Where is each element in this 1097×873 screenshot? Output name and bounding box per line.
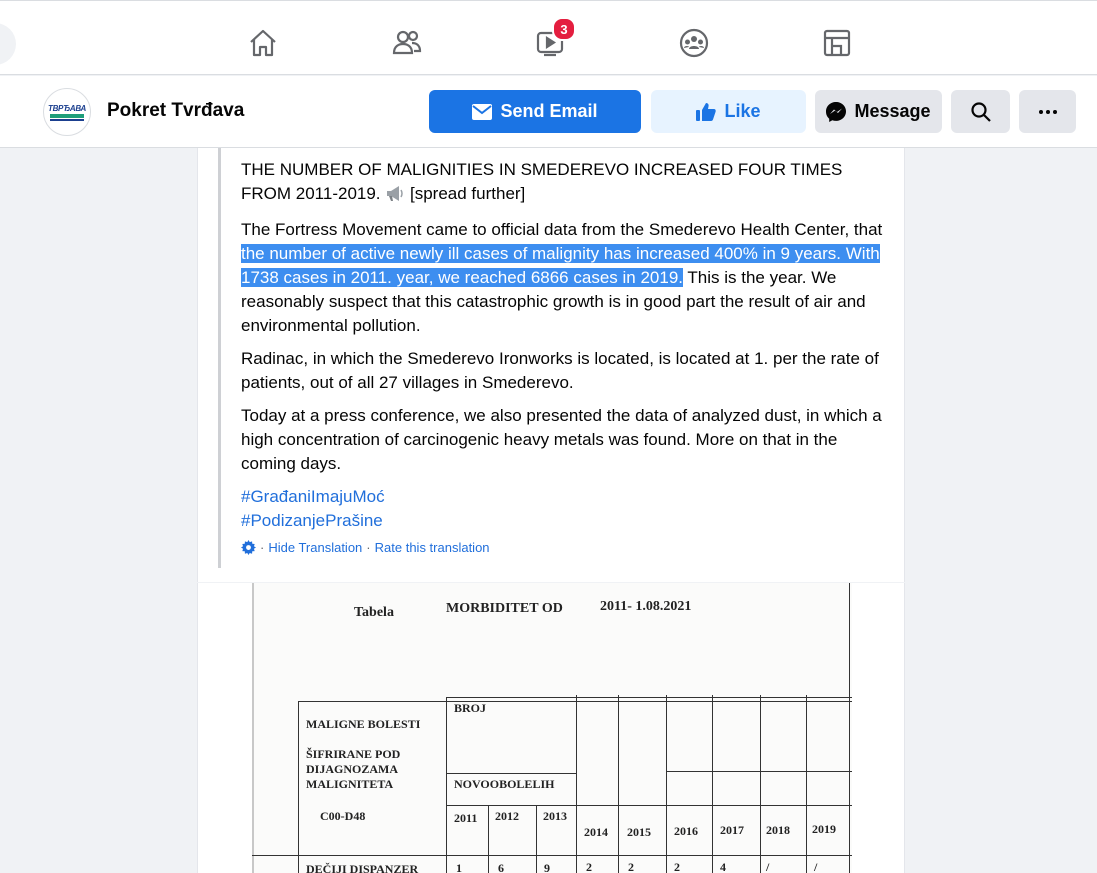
post-translated-text: THE NUMBER OF MALIGNITIES IN SMEDEREVO I… bbox=[241, 158, 886, 542]
table-line bbox=[618, 695, 619, 873]
doc-row-label: MALIGNE BOLESTI bbox=[306, 717, 421, 731]
doc-cell: / bbox=[766, 860, 770, 873]
table-line bbox=[488, 805, 489, 873]
rate-translation-link[interactable]: Rate this translation bbox=[375, 540, 490, 555]
groups-icon[interactable] bbox=[674, 23, 714, 63]
doc-year: 2015 bbox=[627, 825, 651, 839]
separator-dot: · bbox=[366, 540, 371, 555]
search-field-edge[interactable] bbox=[0, 23, 16, 65]
hashtag-link-1[interactable]: #GrađaniImajuMoć bbox=[241, 485, 886, 509]
doc-row-label: C00-D48 bbox=[320, 809, 366, 823]
doc-year: 2018 bbox=[766, 823, 790, 837]
table-line bbox=[849, 583, 850, 873]
send-email-label: Send Email bbox=[500, 101, 598, 121]
table-line bbox=[536, 805, 537, 873]
doc-cell: 9 bbox=[544, 861, 550, 873]
more-options-button[interactable] bbox=[1019, 90, 1076, 133]
messenger-icon bbox=[826, 101, 847, 122]
hide-translation-link[interactable]: Hide Translation bbox=[268, 540, 362, 555]
doc-row-label: DIJAGNOZAMA bbox=[306, 762, 398, 776]
doc-row-1-label: DEČIJI DISPANZER bbox=[306, 862, 419, 873]
doc-col-novo: NOVOOBOLELIH bbox=[454, 777, 555, 791]
table-line bbox=[576, 695, 577, 873]
doc-cell: 2 bbox=[586, 860, 592, 873]
translation-quote-bar bbox=[218, 148, 221, 568]
table-line bbox=[298, 701, 299, 873]
table-line bbox=[712, 695, 713, 873]
table-line bbox=[446, 697, 852, 698]
doc-cell: 1 bbox=[456, 861, 462, 873]
search-icon bbox=[970, 101, 991, 122]
avatar-logo-text: ТВРЂАВА bbox=[47, 103, 86, 113]
table-line bbox=[252, 855, 852, 856]
like-label: Like bbox=[724, 101, 761, 121]
home-icon[interactable] bbox=[243, 23, 283, 63]
scanned-morbidity-table: Tabela MORBIDITET OD 2011- 1.08.2021 BRO… bbox=[252, 583, 852, 873]
watch-icon[interactable]: 3 bbox=[530, 17, 576, 63]
page-name[interactable]: Pokret Tvrđava bbox=[107, 100, 244, 122]
friends-icon[interactable] bbox=[387, 23, 427, 63]
doc-cell: / bbox=[814, 860, 818, 873]
doc-year: 2017 bbox=[720, 823, 744, 837]
more-dots-icon bbox=[1038, 109, 1057, 114]
page-search-button[interactable] bbox=[951, 90, 1010, 133]
table-line bbox=[666, 695, 667, 873]
doc-heading: MORBIDITET OD bbox=[446, 601, 563, 616]
message-button[interactable]: Message bbox=[815, 90, 942, 133]
post-paragraph-3: Today at a press conference, we also pre… bbox=[241, 406, 882, 473]
megaphone-icon bbox=[385, 185, 405, 209]
doc-year: 2013 bbox=[543, 809, 567, 823]
post-title-paragraph: THE NUMBER OF MALIGNITIES IN SMEDEREVO I… bbox=[241, 158, 886, 209]
doc-cell: 6 bbox=[498, 861, 504, 873]
doc-year: 2011 bbox=[454, 811, 478, 825]
table-line bbox=[446, 773, 576, 774]
post-title-suffix: [spread further] bbox=[410, 184, 526, 203]
avatar-logo-stripe bbox=[50, 113, 84, 118]
doc-cell: 2 bbox=[674, 860, 680, 873]
translation-controls: · Hide Translation · Rate this translati… bbox=[241, 540, 490, 555]
doc-row-label: ŠIFRIRANE POD bbox=[306, 747, 401, 761]
doc-year: 2012 bbox=[495, 809, 519, 823]
post-hashtags: #GrađaniImajuMoć #PodizanjePrašine bbox=[241, 485, 886, 533]
doc-row-label: MALIGNITETA bbox=[306, 777, 394, 791]
doc-cell: 2 bbox=[628, 860, 634, 873]
like-button[interactable]: Like bbox=[651, 90, 806, 133]
hashtag-link-2[interactable]: #PodizanjePrašine bbox=[241, 509, 886, 533]
gaming-icon[interactable] bbox=[817, 23, 857, 63]
doc-year: 2019 bbox=[812, 822, 836, 836]
envelope-icon bbox=[472, 103, 493, 120]
watch-notification-badge: 3 bbox=[552, 17, 576, 41]
post-paragraph-1: The Fortress Movement came to official d… bbox=[241, 218, 886, 338]
doc-year: 2014 bbox=[584, 825, 608, 839]
top-navigation: 3 bbox=[0, 0, 1097, 75]
table-line bbox=[666, 771, 852, 772]
doc-year: 2016 bbox=[674, 824, 698, 838]
separator-dot: · bbox=[260, 540, 265, 555]
avatar-logo-stripe-2 bbox=[50, 118, 84, 121]
table-line bbox=[760, 695, 761, 873]
table-line bbox=[806, 695, 807, 873]
doc-col-broj: BROJ bbox=[454, 701, 487, 715]
post-title: THE NUMBER OF MALIGNITIES IN SMEDEREVO I… bbox=[241, 160, 843, 203]
table-line bbox=[446, 805, 852, 806]
page-header: ТВРЂАВА Pokret Tvrđava Send Email Like M… bbox=[0, 76, 1097, 148]
post-paragraph-2: Radinac, in which the Smederevo Ironwork… bbox=[241, 349, 879, 392]
send-email-button[interactable]: Send Email bbox=[429, 90, 641, 133]
post-photo[interactable]: Tabela MORBIDITET OD 2011- 1.08.2021 BRO… bbox=[197, 583, 905, 873]
doc-tabela-label: Tabela bbox=[354, 605, 394, 620]
doc-cell: 4 bbox=[720, 860, 726, 873]
thumbs-up-icon bbox=[696, 102, 717, 121]
post-card: THE NUMBER OF MALIGNITIES IN SMEDEREVO I… bbox=[197, 148, 905, 582]
doc-period: 2011- 1.08.2021 bbox=[600, 599, 692, 614]
table-line bbox=[298, 701, 852, 702]
page-avatar[interactable]: ТВРЂАВА bbox=[43, 88, 91, 136]
message-label: Message bbox=[854, 101, 931, 121]
gear-icon[interactable] bbox=[241, 540, 256, 555]
post-p1-start: The Fortress Movement came to official d… bbox=[241, 220, 883, 239]
scan-left-edge bbox=[252, 583, 254, 873]
table-line bbox=[446, 697, 447, 873]
